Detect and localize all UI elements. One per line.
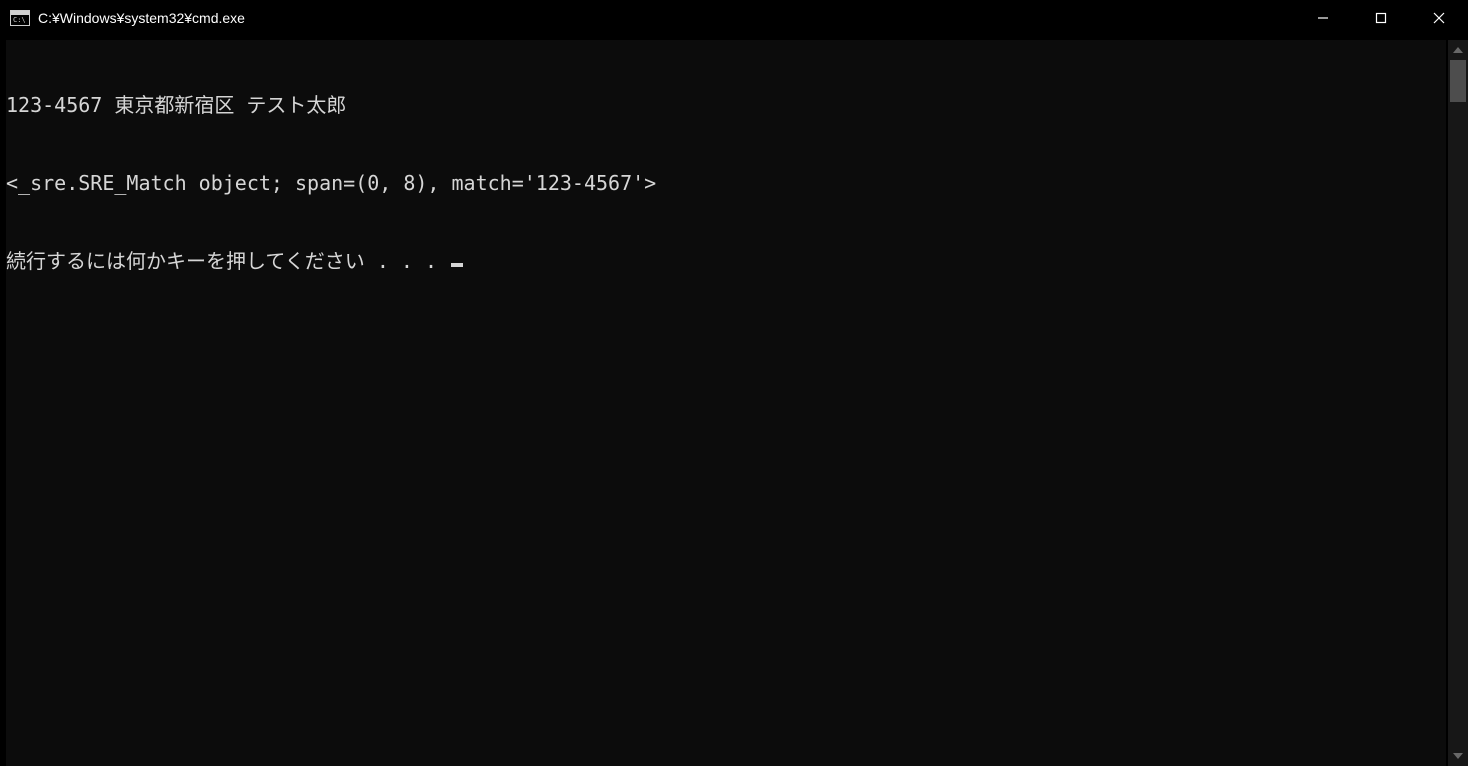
window-controls [1294,0,1468,36]
terminal-line: <_sre.SRE_Match object; span=(0, 8), mat… [6,170,1446,196]
window-title: C:¥Windows¥system32¥cmd.exe [38,10,245,26]
terminal-line: 123-4567 東京都新宿区 テスト太郎 [6,92,1446,118]
cursor [451,263,463,267]
terminal-line: 続行するには何かキーを押してください . . . [6,248,1446,274]
terminal-prompt-text: 続行するには何かキーを押してください . . . [6,249,449,273]
titlebar[interactable]: C:\ C:¥Windows¥system32¥cmd.exe [0,0,1468,36]
terminal-output[interactable]: 123-4567 東京都新宿区 テスト太郎 <_sre.SRE_Match ob… [6,40,1446,766]
minimize-button[interactable] [1294,0,1352,36]
scroll-down-button[interactable] [1448,746,1468,766]
cmd-icon: C:\ [10,10,30,26]
scroll-thumb[interactable] [1450,60,1466,102]
scroll-up-button[interactable] [1448,40,1468,60]
close-button[interactable] [1410,0,1468,36]
svg-text:C:\: C:\ [13,16,26,24]
vertical-scrollbar[interactable] [1448,40,1468,766]
maximize-button[interactable] [1352,0,1410,36]
